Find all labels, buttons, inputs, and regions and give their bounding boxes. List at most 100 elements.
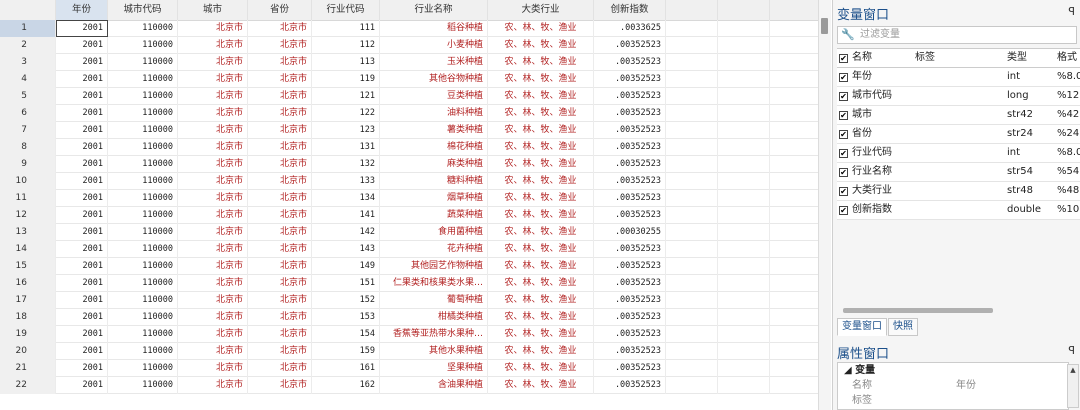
empty-cell[interactable]	[666, 156, 718, 173]
cell-city_code[interactable]: 110000	[108, 156, 178, 173]
row-number[interactable]: 4	[0, 71, 56, 88]
cell-province[interactable]: 北京市	[248, 71, 312, 88]
cell-major_industry[interactable]: 农、林、牧、渔业	[488, 326, 594, 343]
cell-city_code[interactable]: 110000	[108, 37, 178, 54]
cell-major_industry[interactable]: 农、林、牧、渔业	[488, 105, 594, 122]
variable-checkbox[interactable]: ✔	[839, 168, 848, 177]
cell-innovation_index[interactable]: .00352523	[594, 326, 666, 343]
empty-cell[interactable]	[718, 105, 770, 122]
cell-city_code[interactable]: 110000	[108, 207, 178, 224]
empty-cell[interactable]	[770, 37, 818, 54]
row-number[interactable]: 13	[0, 224, 56, 241]
pin-icon[interactable]: ꟼ	[1068, 5, 1075, 18]
cell-industry_code[interactable]: 161	[312, 360, 380, 377]
table-row[interactable]: 4 2001 110000 北京市 北京市 119 其他谷物种植 农、林、牧、渔业 .00352…	[0, 71, 818, 88]
cell-innovation_index[interactable]: .00352523	[594, 139, 666, 156]
table-row[interactable]: 3 2001 110000 北京市 北京市 113 玉米种植 农、林、牧、渔业 .0035252…	[0, 54, 818, 71]
empty-cell[interactable]	[770, 207, 818, 224]
row-number[interactable]: 8	[0, 139, 56, 156]
empty-cell[interactable]	[718, 275, 770, 292]
cell-province[interactable]: 北京市	[248, 224, 312, 241]
cell-city[interactable]: 北京市	[178, 377, 248, 394]
cell-province[interactable]: 北京市	[248, 190, 312, 207]
empty-cell[interactable]	[770, 54, 818, 71]
row-number[interactable]: 7	[0, 122, 56, 139]
cell-year[interactable]: 2001	[56, 54, 108, 71]
empty-cell[interactable]	[718, 37, 770, 54]
empty-cell[interactable]	[770, 258, 818, 275]
cell-province[interactable]: 北京市	[248, 173, 312, 190]
cell-industry_name[interactable]: 烟草种植	[380, 190, 488, 207]
properties-group[interactable]: ◢ 变量	[838, 363, 1068, 378]
cell-industry_name[interactable]: 豆类种植	[380, 88, 488, 105]
cell-industry_code[interactable]: 152	[312, 292, 380, 309]
cell-province[interactable]: 北京市	[248, 54, 312, 71]
cell-industry_code[interactable]: 151	[312, 275, 380, 292]
cell-innovation_index[interactable]: .00352523	[594, 173, 666, 190]
table-row[interactable]: 10 2001 110000 北京市 北京市 133 糖料种植 农、林、牧、渔业 .003525…	[0, 173, 818, 190]
row-number-header[interactable]	[0, 0, 56, 20]
empty-cell[interactable]	[770, 275, 818, 292]
cell-province[interactable]: 北京市	[248, 275, 312, 292]
empty-cell[interactable]	[666, 360, 718, 377]
cell-province[interactable]: 北京市	[248, 343, 312, 360]
cell-year[interactable]: 2001	[56, 173, 108, 190]
row-number[interactable]: 1	[0, 20, 56, 37]
empty-cell[interactable]	[666, 207, 718, 224]
cell-city_code[interactable]: 110000	[108, 360, 178, 377]
cell-industry_name[interactable]: 其他园艺作物种植	[380, 258, 488, 275]
cell-city[interactable]: 北京市	[178, 88, 248, 105]
table-row[interactable]: 12 2001 110000 北京市 北京市 141 蔬菜种植 农、林、牧、渔业 .003525…	[0, 207, 818, 224]
empty-cell[interactable]	[666, 292, 718, 309]
cell-innovation_index[interactable]: .00352523	[594, 343, 666, 360]
empty-cell[interactable]	[770, 88, 818, 105]
cell-year[interactable]: 2001	[56, 37, 108, 54]
cell-province[interactable]: 北京市	[248, 377, 312, 394]
cell-industry_name[interactable]: 油料种植	[380, 105, 488, 122]
empty-cell[interactable]	[666, 343, 718, 360]
variable-checkbox[interactable]: ✔	[839, 130, 848, 139]
cell-major_industry[interactable]: 农、林、牧、渔业	[488, 309, 594, 326]
empty-cell[interactable]	[718, 207, 770, 224]
cell-city[interactable]: 北京市	[178, 224, 248, 241]
empty-cell[interactable]	[718, 360, 770, 377]
cell-industry_name[interactable]: 花卉种植	[380, 241, 488, 258]
cell-major_industry[interactable]: 农、林、牧、渔业	[488, 156, 594, 173]
cell-city_code[interactable]: 110000	[108, 275, 178, 292]
cell-city[interactable]: 北京市	[178, 309, 248, 326]
row-number[interactable]: 22	[0, 377, 56, 394]
table-row[interactable]: 20 2001 110000 北京市 北京市 159 其他水果种植 农、林、牧、渔业 .0035…	[0, 343, 818, 360]
cell-city_code[interactable]: 110000	[108, 71, 178, 88]
empty-cell[interactable]	[770, 224, 818, 241]
column-header-industry_code[interactable]: 行业代码	[312, 0, 380, 20]
cell-year[interactable]: 2001	[56, 88, 108, 105]
empty-cell[interactable]	[770, 173, 818, 190]
cell-city_code[interactable]: 110000	[108, 173, 178, 190]
cell-city[interactable]: 北京市	[178, 292, 248, 309]
table-row[interactable]: 18 2001 110000 北京市 北京市 153 柑橘类种植 农、林、牧、渔业 .00352…	[0, 309, 818, 326]
cell-year[interactable]: 2001	[56, 139, 108, 156]
cell-innovation_index[interactable]: .00352523	[594, 54, 666, 71]
cell-innovation_index[interactable]: .00352523	[594, 105, 666, 122]
cell-province[interactable]: 北京市	[248, 105, 312, 122]
table-row[interactable]: 9 2001 110000 北京市 北京市 132 麻类种植 农、林、牧、渔业 .0035252…	[0, 156, 818, 173]
row-number[interactable]: 2	[0, 37, 56, 54]
cell-major_industry[interactable]: 农、林、牧、渔业	[488, 173, 594, 190]
empty-cell[interactable]	[666, 241, 718, 258]
cell-major_industry[interactable]: 农、林、牧、渔业	[488, 292, 594, 309]
empty-cell[interactable]	[718, 88, 770, 105]
property-row[interactable]: 标签	[838, 393, 1068, 408]
cell-province[interactable]: 北京市	[248, 139, 312, 156]
cell-year[interactable]: 2001	[56, 309, 108, 326]
cell-city_code[interactable]: 110000	[108, 54, 178, 71]
cell-industry_code[interactable]: 159	[312, 343, 380, 360]
cell-city[interactable]: 北京市	[178, 326, 248, 343]
cell-year[interactable]: 2001	[56, 71, 108, 88]
cell-industry_code[interactable]: 149	[312, 258, 380, 275]
table-row[interactable]: 5 2001 110000 北京市 北京市 121 豆类种植 农、林、牧、渔业 .0035252…	[0, 88, 818, 105]
empty-cell[interactable]	[770, 377, 818, 394]
cell-industry_name[interactable]: 食用菌种植	[380, 224, 488, 241]
name-column-header[interactable]: ✔ 名称	[839, 49, 911, 67]
variable-row[interactable]: ✔ 行业代码 int %8.0	[837, 144, 1080, 163]
cell-innovation_index[interactable]: .0033625	[594, 20, 666, 37]
